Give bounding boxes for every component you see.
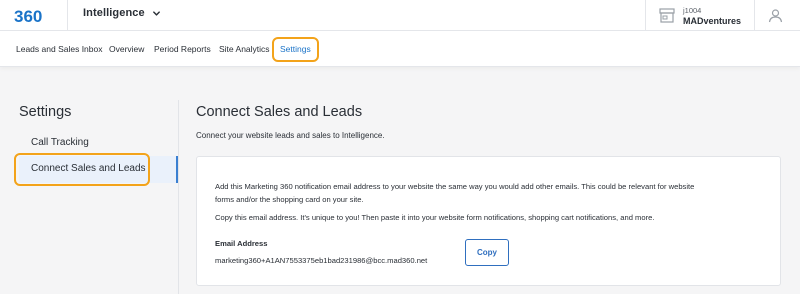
app-switcher[interactable]: Intelligence: [83, 7, 161, 19]
user-icon[interactable]: [768, 8, 783, 23]
sidebar-divider: [178, 100, 179, 294]
marketing-360-logo[interactable]: 360: [14, 6, 54, 26]
sidebar-item-call-tracking[interactable]: Call Tracking: [31, 137, 89, 148]
chevron-down-icon: [152, 10, 160, 16]
topbar-divider: [67, 0, 68, 31]
copy-button[interactable]: Copy: [465, 239, 509, 266]
top-bar: 360 Intelligence j1004 MADventures: [0, 0, 800, 31]
account-switcher[interactable]: j1004 MADventures: [683, 6, 741, 26]
account-name: MADventures: [683, 16, 742, 26]
instruction-line-2: forms and/or the shopping card on your s…: [215, 195, 364, 204]
tab-overview[interactable]: Overview: [109, 44, 144, 54]
copy-instruction-text: Copy this email address. It's unique to …: [215, 213, 655, 222]
sidebar-item-highlight: [14, 153, 150, 186]
tab-leads-and-sales-inbox[interactable]: Leads and Sales Inbox: [16, 44, 102, 54]
page-subtitle: Connect your website leads and sales to …: [196, 131, 385, 140]
instruction-line-1: Add this Marketing 360 notification emai…: [215, 182, 695, 191]
email-address-label: Email Address: [215, 239, 268, 248]
tab-period-reports[interactable]: Period Reports: [154, 44, 211, 54]
settings-tab-highlight: [272, 37, 319, 62]
page-title: Connect Sales and Leads: [196, 104, 363, 120]
topbar-divider: [754, 0, 755, 31]
instruction-text: Add this Marketing 360 notification emai…: [215, 180, 694, 206]
app-name: Intelligence: [83, 7, 145, 19]
topbar-divider: [645, 0, 646, 31]
svg-text:360: 360: [14, 7, 42, 26]
sidebar-title: Settings: [19, 104, 72, 120]
tab-site-analytics[interactable]: Site Analytics: [219, 44, 270, 54]
account-id: j1004: [683, 6, 702, 15]
store-icon[interactable]: [659, 8, 675, 23]
nav-tabs: Leads and Sales Inbox Overview Period Re…: [0, 31, 800, 67]
email-card: Add this Marketing 360 notification emai…: [196, 156, 781, 286]
email-address-value[interactable]: marketing360+A1AN7553375eb1bad231986@bcc…: [215, 256, 427, 265]
